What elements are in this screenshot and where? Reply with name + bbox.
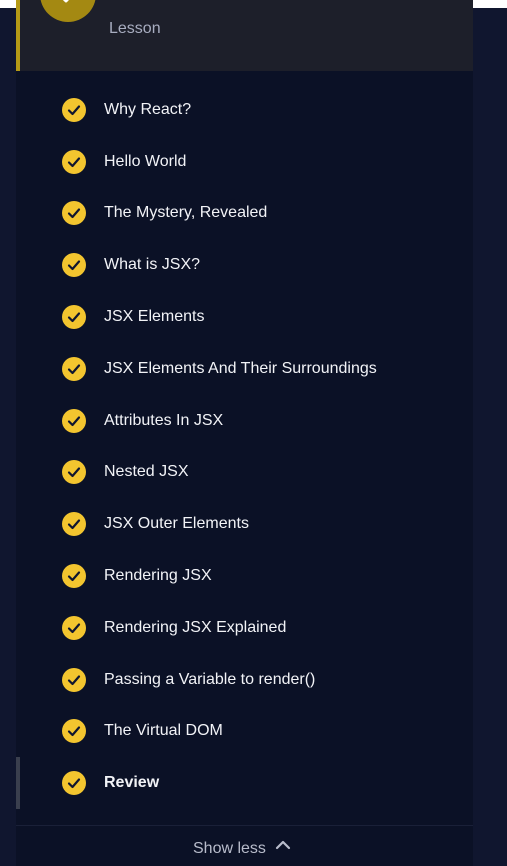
lesson-item[interactable]: The Virtual DOM: [16, 706, 473, 758]
lesson-check-icon: [40, 0, 96, 22]
check-circle-icon: [62, 253, 86, 278]
lesson-header: Lesson: [16, 0, 473, 71]
lesson-title: Rendering JSX Explained: [104, 618, 287, 636]
lesson-item[interactable]: The Mystery, Revealed: [16, 188, 473, 240]
divider: [16, 825, 473, 826]
lesson-item[interactable]: Nested JSX: [16, 447, 473, 499]
check-circle-icon: [62, 356, 86, 381]
lesson-item[interactable]: Passing a Variable to render(): [16, 654, 473, 706]
check-circle-icon: [62, 512, 86, 537]
lesson-title: Passing a Variable to render(): [104, 670, 316, 688]
lesson-title: JSX Outer Elements: [104, 515, 249, 533]
check-circle-icon: [62, 615, 86, 640]
check-circle-icon: [62, 771, 86, 796]
check-circle-icon: [62, 149, 86, 174]
right-edge: [473, 8, 507, 866]
lesson-item[interactable]: What is JSX?: [16, 239, 473, 291]
check-circle-icon: [62, 460, 86, 485]
lesson-item[interactable]: Hello World: [16, 136, 473, 188]
check-circle-icon: [62, 201, 86, 226]
lesson-item[interactable]: JSX Elements And Their Surroundings: [16, 343, 473, 395]
lesson-title: Review: [104, 774, 160, 792]
lesson-item[interactable]: Rendering JSX Explained: [16, 602, 473, 654]
check-circle-icon: [62, 305, 86, 330]
show-less-label: Show less: [193, 840, 266, 857]
lesson-item[interactable]: JSX Outer Elements: [16, 498, 473, 550]
lesson-title: JSX Elements: [104, 308, 205, 326]
lesson-title: The Virtual DOM: [104, 722, 223, 740]
check-circle-icon: [62, 97, 86, 122]
lesson-title: Why React?: [104, 100, 192, 118]
lesson-item[interactable]: Rendering JSX: [16, 550, 473, 602]
chevron-up-icon: [274, 836, 292, 862]
check-circle-icon: [62, 667, 86, 692]
lesson-type-label: Lesson: [109, 20, 161, 37]
check-circle-icon: [62, 564, 86, 589]
lesson-title: Rendering JSX: [104, 567, 212, 585]
lesson-title: Nested JSX: [104, 463, 189, 481]
lesson-title: The Mystery, Revealed: [104, 204, 268, 222]
show-less-button[interactable]: Show less: [193, 836, 292, 862]
lesson-title: JSX Elements And Their Surroundings: [104, 359, 377, 377]
lesson-item[interactable]: Attributes In JSX: [16, 395, 473, 447]
lesson-item[interactable]: JSX Elements: [16, 291, 473, 343]
check-circle-icon: [62, 719, 86, 744]
check-circle-icon: [62, 408, 86, 433]
lesson-title: What is JSX?: [104, 256, 201, 274]
lesson-title: Hello World: [104, 152, 187, 170]
lesson-item[interactable]: Why React?: [16, 84, 473, 136]
lesson-list: Why React? Hello World The Mystery, Reve…: [16, 84, 473, 809]
lesson-title: Attributes In JSX: [104, 411, 224, 429]
lesson-item-active[interactable]: Review: [16, 757, 473, 809]
